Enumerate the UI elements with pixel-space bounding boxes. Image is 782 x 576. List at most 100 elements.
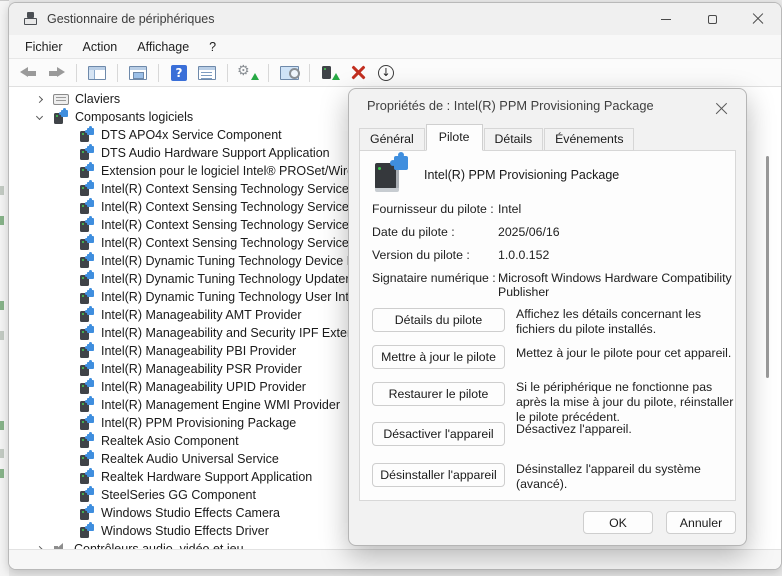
- disable-device-button[interactable]: Désactiver l'appareil: [372, 422, 505, 446]
- show-console-tree-button[interactable]: [86, 61, 108, 85]
- field-value: 1.0.0.152: [498, 248, 736, 262]
- field-digital-signer: Signataire numérique : Microsoft Windows…: [372, 271, 736, 299]
- software-component-icon: [79, 416, 95, 431]
- software-component-icon: [79, 236, 95, 251]
- device-icon: [372, 156, 410, 193]
- menu-item-action[interactable]: Action: [73, 38, 128, 56]
- tree-item-label: Windows Studio Effects Camera: [101, 506, 280, 520]
- disable-device-icon: [378, 65, 394, 81]
- menu-item-aide[interactable]: ?: [199, 38, 226, 56]
- background-text-fragment: [0, 301, 4, 310]
- maximize-icon: [708, 15, 717, 24]
- dialog-tabs: Général Pilote Détails Événements: [359, 123, 635, 150]
- field-label: Version du pilote :: [372, 248, 498, 262]
- software-component-icon: [79, 452, 95, 467]
- export-list-button[interactable]: [196, 61, 218, 85]
- update-driver-icon: [237, 64, 259, 81]
- tree-item-label: Intel(R) Manageability PSR Provider: [101, 362, 302, 376]
- field-label: Date du pilote :: [372, 225, 498, 239]
- tree-item-label: DTS APO4x Service Component: [101, 128, 282, 142]
- toolbar-separator: [268, 64, 269, 82]
- maximize-button[interactable]: [689, 3, 735, 35]
- uninstall-device-button[interactable]: Désinstaller l'appareil: [372, 463, 505, 487]
- toolbar-separator: [227, 64, 228, 82]
- software-component-icon: [79, 380, 95, 395]
- tree-item-label: SteelSeries GG Component: [101, 488, 256, 502]
- tree-item-label: Composants logiciels: [75, 110, 193, 124]
- software-component-icon: [79, 254, 95, 269]
- tab-pilote[interactable]: Pilote: [426, 124, 483, 151]
- tree-item-label: Intel(R) Context Sensing Technology Serv…: [101, 218, 349, 232]
- software-component-icon: [79, 344, 95, 359]
- menu-item-affichage[interactable]: Affichage: [127, 38, 199, 56]
- disable-device-button[interactable]: [375, 61, 397, 85]
- window-controls: [643, 3, 781, 35]
- toolbar: [9, 58, 781, 87]
- chevron-right-icon[interactable]: [35, 97, 53, 102]
- help-icon: [171, 65, 187, 81]
- properties-dialog: Propriétés de : Intel(R) PPM Provisionin…: [348, 88, 747, 546]
- disable-device-description: Désactivez l'appareil.: [516, 422, 737, 437]
- dialog-close-button[interactable]: [706, 96, 736, 120]
- field-label: Signataire numérique :: [372, 271, 498, 299]
- tab-general[interactable]: Général: [359, 128, 425, 151]
- tab-evenements[interactable]: Événements: [544, 128, 634, 151]
- add-driver-button[interactable]: [319, 61, 341, 85]
- tree-item-label: Extension pour le logiciel Intel® PROSet…: [101, 164, 376, 178]
- toolbar-separator: [309, 64, 310, 82]
- software-component-icon: [79, 200, 95, 215]
- update-driver-description: Mettez à jour le pilote pour cet apparei…: [516, 346, 737, 361]
- menu-item-fichier[interactable]: Fichier: [15, 38, 73, 56]
- tree-item-label: Intel(R) Management Engine WMI Provider: [101, 398, 340, 412]
- field-value: Intel: [498, 202, 736, 216]
- software-component-icon: [79, 290, 95, 305]
- software-component-icon: [79, 524, 95, 539]
- software-component-icon: [79, 128, 95, 143]
- uninstall-x-icon: [351, 65, 366, 80]
- forward-icon: [48, 66, 65, 79]
- roll-back-driver-button[interactable]: Restaurer le pilote: [372, 382, 505, 406]
- tree-item-label: Intel(R) Dynamic Tuning Technology Devic…: [101, 254, 379, 268]
- field-driver-provider: Fournisseur du pilote : Intel: [372, 202, 736, 216]
- driver-details-button[interactable]: Détails du pilote: [372, 308, 505, 332]
- software-component-icon: [53, 110, 69, 125]
- tree-item-label: DTS Audio Hardware Support Application: [101, 146, 330, 160]
- background-text-fragment: [0, 186, 4, 195]
- minimize-button[interactable]: [643, 3, 689, 35]
- tree-item-label: Intel(R) Manageability AMT Provider: [101, 308, 302, 322]
- roll-back-driver-description: Si le périphérique ne fonctionne pas apr…: [516, 380, 737, 425]
- list-window-icon: [198, 66, 216, 80]
- software-component-icon: [79, 470, 95, 485]
- ok-button[interactable]: OK: [583, 511, 653, 534]
- background-text-fragment: [0, 216, 4, 225]
- status-bar: [9, 549, 781, 569]
- close-icon: [715, 102, 728, 115]
- tree-item-label: Intel(R) Dynamic Tuning Technology Updat…: [101, 272, 373, 286]
- device-manager-app-icon: [23, 12, 38, 27]
- chevron-down-icon[interactable]: [35, 116, 53, 119]
- uninstall-device-description: Désinstallez l'appareil du système (avan…: [516, 462, 737, 492]
- update-driver-button[interactable]: [237, 61, 259, 85]
- scan-hardware-changes-button[interactable]: [278, 61, 300, 85]
- vertical-scrollbar[interactable]: [766, 156, 769, 378]
- uninstall-device-button[interactable]: [347, 61, 369, 85]
- tree-item-label: Claviers: [75, 92, 120, 106]
- software-component-icon: [79, 326, 95, 341]
- field-driver-date: Date du pilote : 2025/06/16: [372, 225, 736, 239]
- update-driver-button[interactable]: Mettre à jour le pilote: [372, 345, 505, 369]
- toolbar-separator: [76, 64, 77, 82]
- tree-item-label: Intel(R) Manageability PBI Provider: [101, 344, 296, 358]
- close-button[interactable]: [735, 3, 781, 35]
- tab-details[interactable]: Détails: [484, 128, 544, 151]
- back-button[interactable]: [17, 61, 39, 85]
- back-icon: [20, 66, 37, 79]
- software-component-icon: [79, 272, 95, 287]
- cancel-button[interactable]: Annuler: [666, 511, 736, 534]
- dialog-footer: OK Annuler: [583, 511, 736, 534]
- tree-item-label: Intel(R) Context Sensing Technology Serv…: [101, 236, 349, 250]
- field-value: Microsoft Windows Hardware Compatibility…: [498, 271, 736, 299]
- software-component-icon: [79, 146, 95, 161]
- forward-button[interactable]: [45, 61, 67, 85]
- properties-button[interactable]: [127, 61, 149, 85]
- help-button[interactable]: [168, 61, 190, 85]
